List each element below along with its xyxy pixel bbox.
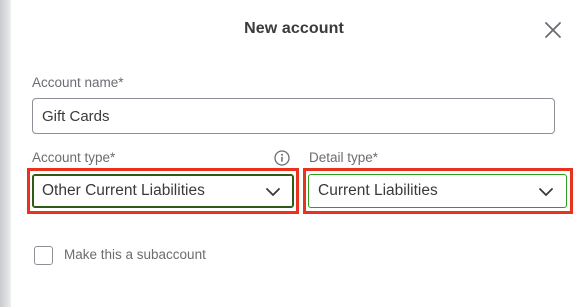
detail-type-label: Detail type* — [309, 150, 379, 165]
account-name-label: Account name* — [32, 75, 124, 90]
account-type-label: Account type* — [32, 150, 116, 165]
account-type-value: Other Current Liabilities — [42, 182, 205, 199]
close-icon — [545, 22, 561, 38]
background-page-edge — [0, 0, 11, 307]
chevron-down-icon — [266, 188, 280, 196]
detail-type-value: Current Liabilities — [318, 182, 438, 199]
close-button[interactable] — [543, 20, 563, 40]
chevron-down-icon — [539, 188, 553, 196]
detail-type-select[interactable]: Current Liabilities — [308, 174, 567, 208]
info-icon[interactable] — [274, 150, 290, 166]
account-type-select[interactable]: Other Current Liabilities — [32, 174, 294, 208]
subaccount-label[interactable]: Make this a subaccount — [64, 247, 206, 262]
dialog-title: New account — [244, 20, 344, 37]
account-name-input[interactable] — [32, 98, 555, 134]
subaccount-checkbox[interactable] — [34, 246, 53, 265]
